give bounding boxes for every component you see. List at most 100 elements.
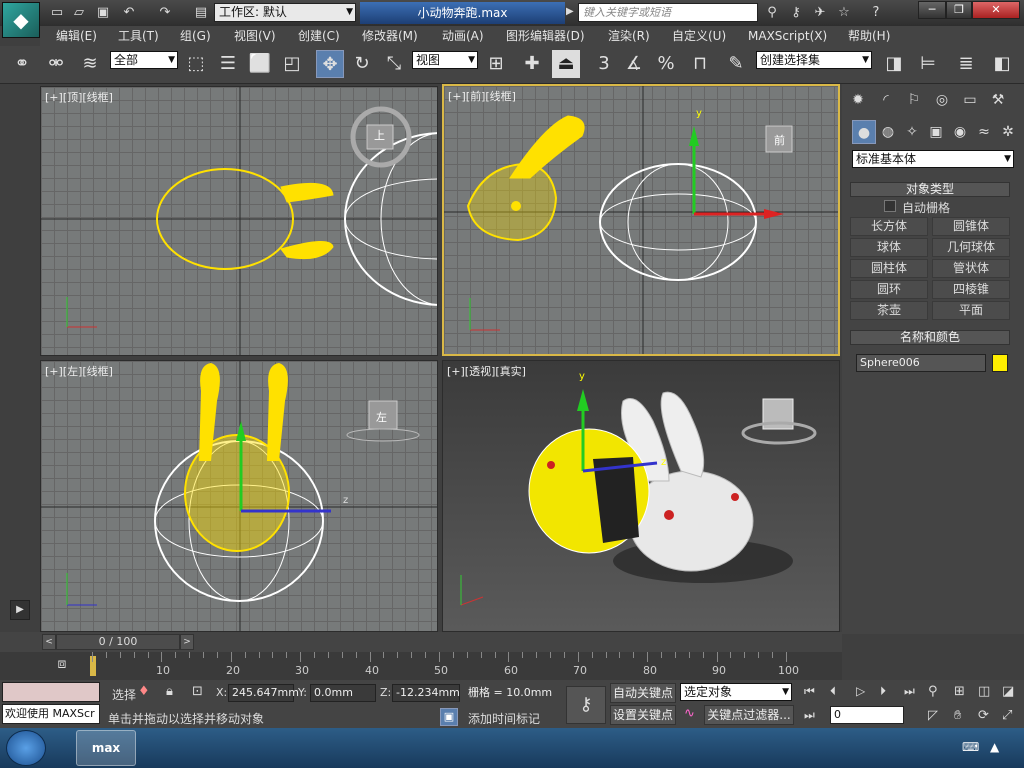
key-mode-toggle-icon[interactable]: ⏭ bbox=[804, 708, 824, 723]
search-input[interactable]: 键入关键字或短语 bbox=[578, 3, 758, 22]
name-color-rollout[interactable]: 名称和颜色 bbox=[850, 330, 1010, 345]
named-selection-dropdown[interactable]: 创建选择集 ▼ bbox=[756, 51, 872, 69]
maxscript-mini-listener[interactable]: 欢迎使用 MAXScr bbox=[2, 704, 100, 724]
motion-tab-icon[interactable]: ◎ bbox=[930, 88, 954, 112]
plane-button[interactable]: 平面 bbox=[932, 301, 1010, 320]
network-icon[interactable]: ▲ bbox=[990, 740, 999, 754]
select-rotate-icon[interactable]: ↻ bbox=[348, 50, 376, 78]
taskbar-3dsmax-button[interactable]: max bbox=[76, 730, 136, 766]
cylinder-button[interactable]: 圆柱体 bbox=[850, 259, 928, 278]
create-tab-icon[interactable]: ✹ bbox=[846, 88, 870, 112]
field-of-view-icon[interactable]: ◸ bbox=[928, 708, 938, 723]
binoculars-icon[interactable]: ⚲ bbox=[762, 4, 782, 22]
reference-coord-dropdown[interactable]: 视图 ▼ bbox=[412, 51, 478, 69]
utilities-tab-icon[interactable]: ⚒ bbox=[986, 88, 1010, 112]
modify-tab-icon[interactable]: ◜ bbox=[874, 88, 898, 112]
next-key-icon[interactable]: ⏵ bbox=[880, 684, 900, 699]
link-icon[interactable]: ⚭ bbox=[8, 50, 36, 78]
display-tab-icon[interactable]: ▭ bbox=[958, 88, 982, 112]
unlink-icon[interactable]: ⚮ bbox=[42, 50, 70, 78]
selection-filter-dropdown[interactable]: 全部 ▼ bbox=[110, 51, 178, 69]
select-object-icon[interactable]: ⬚ bbox=[182, 50, 210, 78]
menu-create[interactable]: 创建(C) bbox=[298, 26, 340, 46]
systems-icon[interactable]: ✲ bbox=[996, 120, 1020, 144]
y-coord-input[interactable]: 0.0mm bbox=[310, 684, 376, 702]
viewport-front-label[interactable]: [+][前][线框] bbox=[448, 88, 516, 104]
play-icon[interactable]: ▷ bbox=[856, 684, 876, 698]
viewcube-left-label[interactable]: 左 bbox=[376, 409, 387, 425]
project-folder-icon[interactable]: ▤ bbox=[192, 4, 210, 22]
zoom-all-icon[interactable]: ⊞ bbox=[954, 684, 965, 699]
cone-button[interactable]: 圆锥体 bbox=[932, 217, 1010, 236]
object-category-dropdown[interactable]: 标准基本体 ▼ bbox=[852, 150, 1014, 168]
object-type-rollout[interactable]: 对象类型 bbox=[850, 182, 1010, 197]
box-button[interactable]: 长方体 bbox=[850, 217, 928, 236]
save-icon[interactable]: ▣ bbox=[94, 4, 112, 22]
geosphere-button[interactable]: 几何球体 bbox=[932, 238, 1010, 257]
spinner-snap-icon[interactable]: ⊓ bbox=[686, 50, 714, 78]
prev-key-icon[interactable]: ⏴ bbox=[830, 684, 850, 699]
helpers-icon[interactable]: ◉ bbox=[948, 120, 972, 144]
viewport-top[interactable]: [+][顶][线框] 上 bbox=[40, 86, 438, 356]
set-key-icon[interactable]: ⚷ bbox=[566, 686, 606, 724]
geometry-icon[interactable]: ● bbox=[852, 120, 876, 144]
z-coord-input[interactable]: -12.234mm bbox=[392, 684, 460, 702]
space-warps-icon[interactable]: ≈ bbox=[972, 120, 996, 144]
close-button[interactable]: ✕ bbox=[972, 1, 1020, 19]
object-color-swatch[interactable] bbox=[992, 354, 1008, 372]
menu-graph-editors[interactable]: 图形编辑器(D) bbox=[506, 26, 585, 46]
menu-customize[interactable]: 自定义(U) bbox=[672, 26, 726, 46]
teapot-button[interactable]: 茶壶 bbox=[850, 301, 928, 320]
menu-modifiers[interactable]: 修改器(M) bbox=[362, 26, 418, 46]
sphere-button[interactable]: 球体 bbox=[850, 238, 928, 257]
shapes-icon[interactable]: ◍ bbox=[876, 120, 900, 144]
maximize-button[interactable]: ❐ bbox=[946, 1, 972, 19]
menu-rendering[interactable]: 渲染(R) bbox=[608, 26, 650, 46]
mini-curve-editor-icon[interactable]: ⧈ bbox=[50, 656, 74, 676]
mirror-icon[interactable]: ◨ bbox=[880, 50, 908, 78]
bind-space-warp-icon[interactable]: ≋ bbox=[76, 50, 104, 78]
track-bar[interactable]: ⧈ 10 20 30 40 50 60 70 80 90 100 bbox=[0, 652, 842, 680]
key-mode-dropdown[interactable]: 选定对象 ▼ bbox=[680, 683, 792, 701]
graphite-tools-icon[interactable]: ◧ bbox=[988, 50, 1016, 78]
set-key-button[interactable]: 设置关键点 bbox=[610, 705, 676, 725]
zoom-extents-all-icon[interactable]: ◪ bbox=[1002, 684, 1014, 699]
pan-hand-icon[interactable]: ✋︎ bbox=[954, 708, 961, 723]
keyboard-shortcut-override-icon[interactable]: ⏏ bbox=[552, 50, 580, 78]
maxscript-listener-toggle[interactable]: ▶ bbox=[10, 600, 30, 620]
lights-icon[interactable]: ✧ bbox=[900, 120, 924, 144]
menu-maxscript[interactable]: MAXScript(X) bbox=[748, 26, 827, 46]
zoom-icon[interactable]: ⚲ bbox=[928, 684, 938, 699]
time-slider[interactable]: 0 / 100 bbox=[56, 634, 180, 650]
app-logo-button[interactable]: ◆ bbox=[2, 2, 40, 38]
pyramid-button[interactable]: 四棱锥 bbox=[932, 280, 1010, 299]
pivot-center-icon[interactable]: ⊞ bbox=[482, 50, 510, 78]
viewcube-front-label[interactable]: 前 bbox=[774, 132, 785, 148]
next-frame-button[interactable]: > bbox=[180, 634, 194, 650]
time-tag-icon[interactable]: ▣ bbox=[440, 708, 458, 726]
rect-selection-icon[interactable]: ⬜ bbox=[246, 50, 274, 78]
minimize-button[interactable]: ─ bbox=[918, 1, 946, 19]
favorites-star-icon[interactable]: ☆ bbox=[834, 4, 854, 22]
orbit-icon[interactable]: ⟳ bbox=[978, 708, 989, 723]
help-icon[interactable]: ? bbox=[866, 4, 886, 22]
add-time-tag-button[interactable]: 添加时间标记 bbox=[468, 710, 540, 727]
edit-named-selection-icon[interactable]: ✎ bbox=[722, 50, 750, 78]
snaps-toggle-icon[interactable]: 3 bbox=[590, 50, 618, 78]
menu-tools[interactable]: 工具(T) bbox=[118, 26, 159, 46]
menu-animation[interactable]: 动画(A) bbox=[442, 26, 484, 46]
menu-help[interactable]: 帮助(H) bbox=[848, 26, 890, 46]
redo-icon[interactable]: ↷ bbox=[156, 4, 174, 22]
percent-snap-icon[interactable]: % bbox=[652, 50, 680, 78]
x-coord-input[interactable]: 245.647mm bbox=[228, 684, 299, 702]
zoom-extents-icon[interactable]: ◫ bbox=[978, 684, 990, 699]
select-manipulate-icon[interactable]: ✚ bbox=[518, 50, 546, 78]
align-icon[interactable]: ⊨ bbox=[914, 50, 942, 78]
select-move-icon[interactable]: ✥ bbox=[316, 50, 344, 78]
communication-icon[interactable]: ✈ bbox=[810, 4, 830, 22]
new-file-icon[interactable]: ▭ bbox=[48, 4, 66, 22]
absolute-mode-icon[interactable]: ⊡ bbox=[192, 684, 203, 699]
prev-frame-button[interactable]: < bbox=[42, 634, 56, 650]
key-filters-button[interactable]: 关键点过滤器... bbox=[704, 705, 794, 725]
object-name-input[interactable]: Sphere006 bbox=[856, 354, 986, 372]
